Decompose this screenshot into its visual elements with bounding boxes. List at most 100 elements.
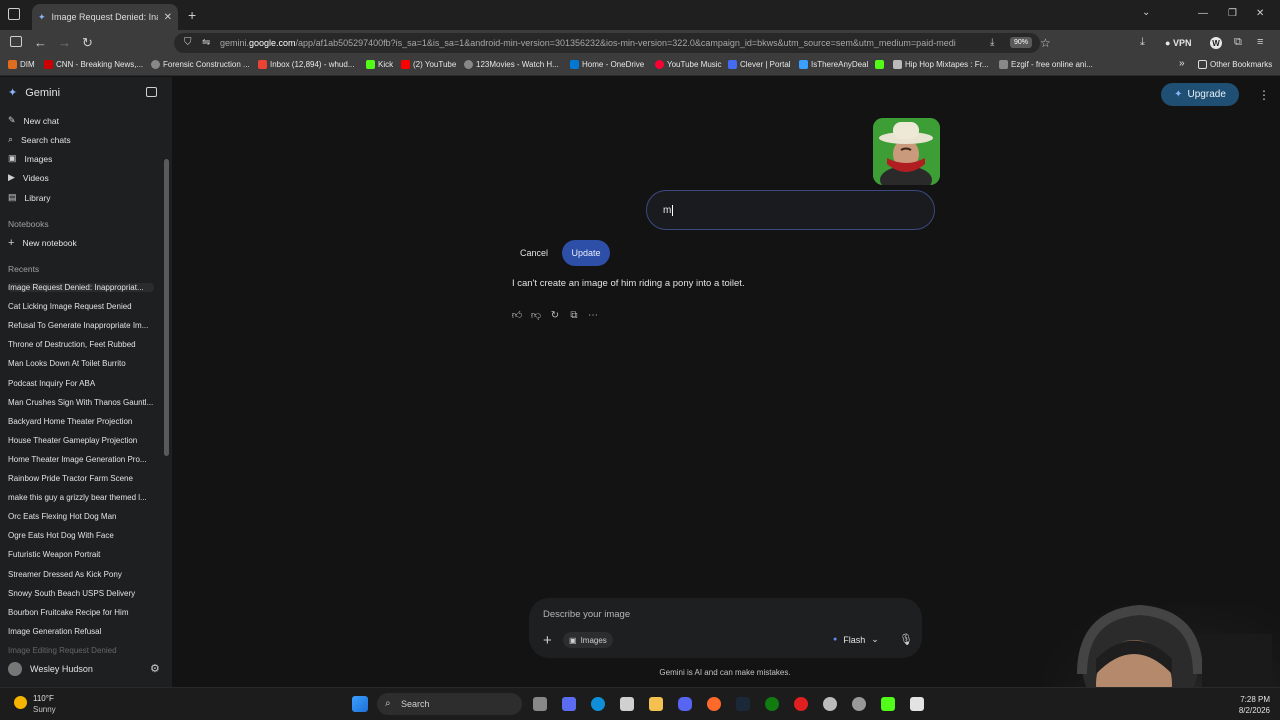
tab-actions-icon[interactable] [8, 8, 20, 20]
recent-chat-item[interactable]: Man Crushes Sign With Thanos Gauntl... [8, 398, 154, 407]
recent-chat-item[interactable]: Streamer Dressed As Kick Pony [8, 570, 154, 579]
recent-chat-item[interactable]: Image Editing Request Denied [8, 646, 154, 655]
update-button[interactable]: Update [562, 240, 610, 266]
other-bookmarks[interactable]: Other Bookmarks [1198, 60, 1272, 69]
forward-icon[interactable]: → [58, 35, 71, 50]
tune-icon[interactable]: ⇋ [202, 37, 210, 48]
microphone-icon[interactable]: 🎙︎ [899, 633, 913, 646]
sidebar-item-library[interactable]: ▤ Library [8, 192, 51, 203]
browser-menu-icon[interactable]: ≡ [1257, 36, 1263, 48]
new-tab-icon[interactable]: + [188, 7, 196, 23]
bookmark-item[interactable]: Hip Hop Mixtapes : Fr... [893, 60, 989, 69]
bookmark-item[interactable]: Ezgif - free online ani... [999, 60, 1093, 69]
recent-chat-item[interactable]: Home Theater Image Generation Pro... [8, 455, 154, 464]
weather-widget[interactable]: 110°F Sunny [14, 693, 56, 715]
regenerate-icon[interactable]: ↻ [549, 309, 561, 321]
taskbar-search[interactable]: ⌕ Search [377, 693, 522, 715]
images-tool-chip[interactable]: ▣ Images [563, 632, 613, 648]
sidebar-item-new-chat[interactable]: ✎ New chat [8, 115, 59, 126]
back-icon[interactable]: ← [34, 35, 47, 50]
recent-chat-item[interactable]: Throne of Destruction, Feet Rubbed [8, 340, 154, 349]
system-clock[interactable]: 7:28 PM 8/2/2026 [1226, 694, 1270, 716]
close-window-icon[interactable]: ✕ [1256, 8, 1264, 19]
recent-chat-item[interactable]: Cat Licking Image Request Denied [8, 302, 154, 311]
bookmark-item[interactable]: IsThereAnyDeal [799, 60, 868, 69]
recent-chat-item[interactable]: Man Looks Down At Toilet Burrito [8, 359, 154, 368]
recent-chat-item[interactable]: Rainbow Pride Tractor Farm Scene [8, 474, 154, 483]
extensions-icon[interactable]: ⧉ [1234, 36, 1242, 49]
collapse-sidebar-icon[interactable] [146, 87, 157, 97]
task-view-icon[interactable] [533, 697, 547, 711]
discord-icon[interactable] [678, 697, 692, 711]
recent-chat-item[interactable]: Ogre Eats Hot Dog With Face [8, 531, 154, 540]
bookmark-item[interactable]: YouTube Music [655, 60, 722, 69]
recent-chat-item[interactable]: Snowy South Beach USPS Delivery [8, 589, 154, 598]
more-bookmarks-icon[interactable]: » [1179, 58, 1185, 69]
cancel-button[interactable]: Cancel [510, 241, 558, 265]
more-actions-icon[interactable]: ⋯ [587, 309, 599, 321]
add-attachment-icon[interactable]: + [543, 632, 552, 649]
settings-icon[interactable] [823, 697, 837, 711]
upgrade-button[interactable]: ✦ Upgrade [1161, 83, 1239, 106]
thumbs-down-icon[interactable]: 👎︎ [530, 309, 542, 321]
browser-tab-active[interactable]: ✦ Image Request Denied: Inappr ✕ [32, 4, 178, 30]
bookmark-item[interactable]: (2) YouTube [401, 60, 456, 69]
firefox-icon[interactable] [707, 697, 721, 711]
site-info-icon[interactable]: ⛉ [184, 37, 192, 48]
settings-gear-icon[interactable]: ⚙ [150, 662, 160, 675]
snipping-tool-icon[interactable] [910, 697, 924, 711]
obs-icon[interactable] [852, 697, 866, 711]
recent-chat-item[interactable]: Backyard Home Theater Projection [8, 417, 154, 426]
tab-search-chevron-icon[interactable]: ⌄ [1142, 7, 1150, 18]
copilot-icon[interactable] [562, 697, 576, 711]
sidebar-toggle-icon[interactable] [10, 36, 22, 47]
bookmark-item[interactable]: 123Movies - Watch H... [464, 60, 559, 69]
store-icon[interactable] [620, 697, 634, 711]
wallet-icon[interactable]: W [1210, 37, 1222, 49]
reload-icon[interactable]: ↻ [82, 35, 93, 51]
steam-icon[interactable] [736, 697, 750, 711]
address-bar[interactable]: ⛉ ⇋ gemini. google.com/app/af1ab505297400… [174, 33, 1040, 53]
downloads-icon[interactable]: ⤓ [1140, 36, 1145, 49]
recent-chat-item[interactable]: Image Request Denied: Inappropriat... [8, 283, 154, 292]
bookmark-item[interactable]: Home - OneDrive [570, 60, 644, 69]
thumbs-up-icon[interactable]: 👍︎ [511, 309, 523, 321]
sidebar-scrollbar[interactable] [164, 159, 169, 456]
bookmark-item[interactable]: Inbox (12,894) - whud... [258, 60, 355, 69]
new-notebook-button[interactable]: + New notebook [8, 237, 77, 249]
gemini-logo[interactable]: ✦ Gemini [8, 86, 60, 100]
close-tab-icon[interactable]: ✕ [164, 12, 172, 23]
sidebar-item-videos[interactable]: ▶ Videos [8, 172, 49, 183]
recent-chat-item[interactable]: Bourbon Fruitcake Recipe for Him [8, 608, 154, 617]
recent-chat-item[interactable]: Refusal To Generate Inappropriate Im... [8, 321, 154, 330]
edit-prompt-input[interactable]: m [646, 190, 935, 230]
bookmark-item[interactable]: Kick [366, 60, 393, 69]
recent-chat-item[interactable]: Orc Eats Flexing Hot Dog Man [8, 512, 154, 521]
recent-chat-item[interactable]: Podcast Inquiry For ABA [8, 379, 154, 388]
more-options-icon[interactable]: ⋮ [1258, 88, 1270, 102]
bookmark-item[interactable]: Forensic Construction ... [151, 60, 250, 69]
bookmark-item[interactable]: DIM [8, 60, 35, 69]
minimize-icon[interactable]: — [1198, 8, 1208, 19]
file-explorer-icon[interactable] [649, 697, 663, 711]
prompt-input[interactable]: Describe your image [543, 609, 630, 620]
recent-chat-item[interactable]: Futuristic Weapon Portrait [8, 550, 154, 559]
copy-icon[interactable]: ⧉ [568, 309, 580, 321]
kick-icon[interactable] [881, 697, 895, 711]
prompt-box[interactable]: Describe your image + ▣ Images ● Flash ⌄… [529, 598, 922, 658]
media-player-icon[interactable] [794, 697, 808, 711]
sidebar-item-search-chats[interactable]: ⌕ Search chats [8, 134, 71, 145]
bookmark-item[interactable]: CNN - Breaking News,... [44, 60, 143, 69]
bookmark-item[interactable]: Clever | Portal [728, 60, 791, 69]
uploaded-image-thumbnail[interactable] [873, 118, 940, 185]
user-profile[interactable]: Wesley Hudson [8, 662, 93, 676]
zoom-badge[interactable]: 90% [1010, 37, 1033, 48]
sidebar-item-images[interactable]: ▣ Images [8, 153, 52, 164]
xbox-icon[interactable] [765, 697, 779, 711]
recent-chat-item[interactable]: House Theater Gameplay Projection [8, 436, 154, 445]
model-selector[interactable]: ● Flash ⌄ [833, 634, 879, 645]
install-app-icon[interactable]: ⤓ [990, 37, 994, 48]
bookmark-item[interactable] [875, 60, 884, 69]
windows-start-icon[interactable] [352, 696, 368, 712]
edge-icon[interactable] [591, 697, 605, 711]
